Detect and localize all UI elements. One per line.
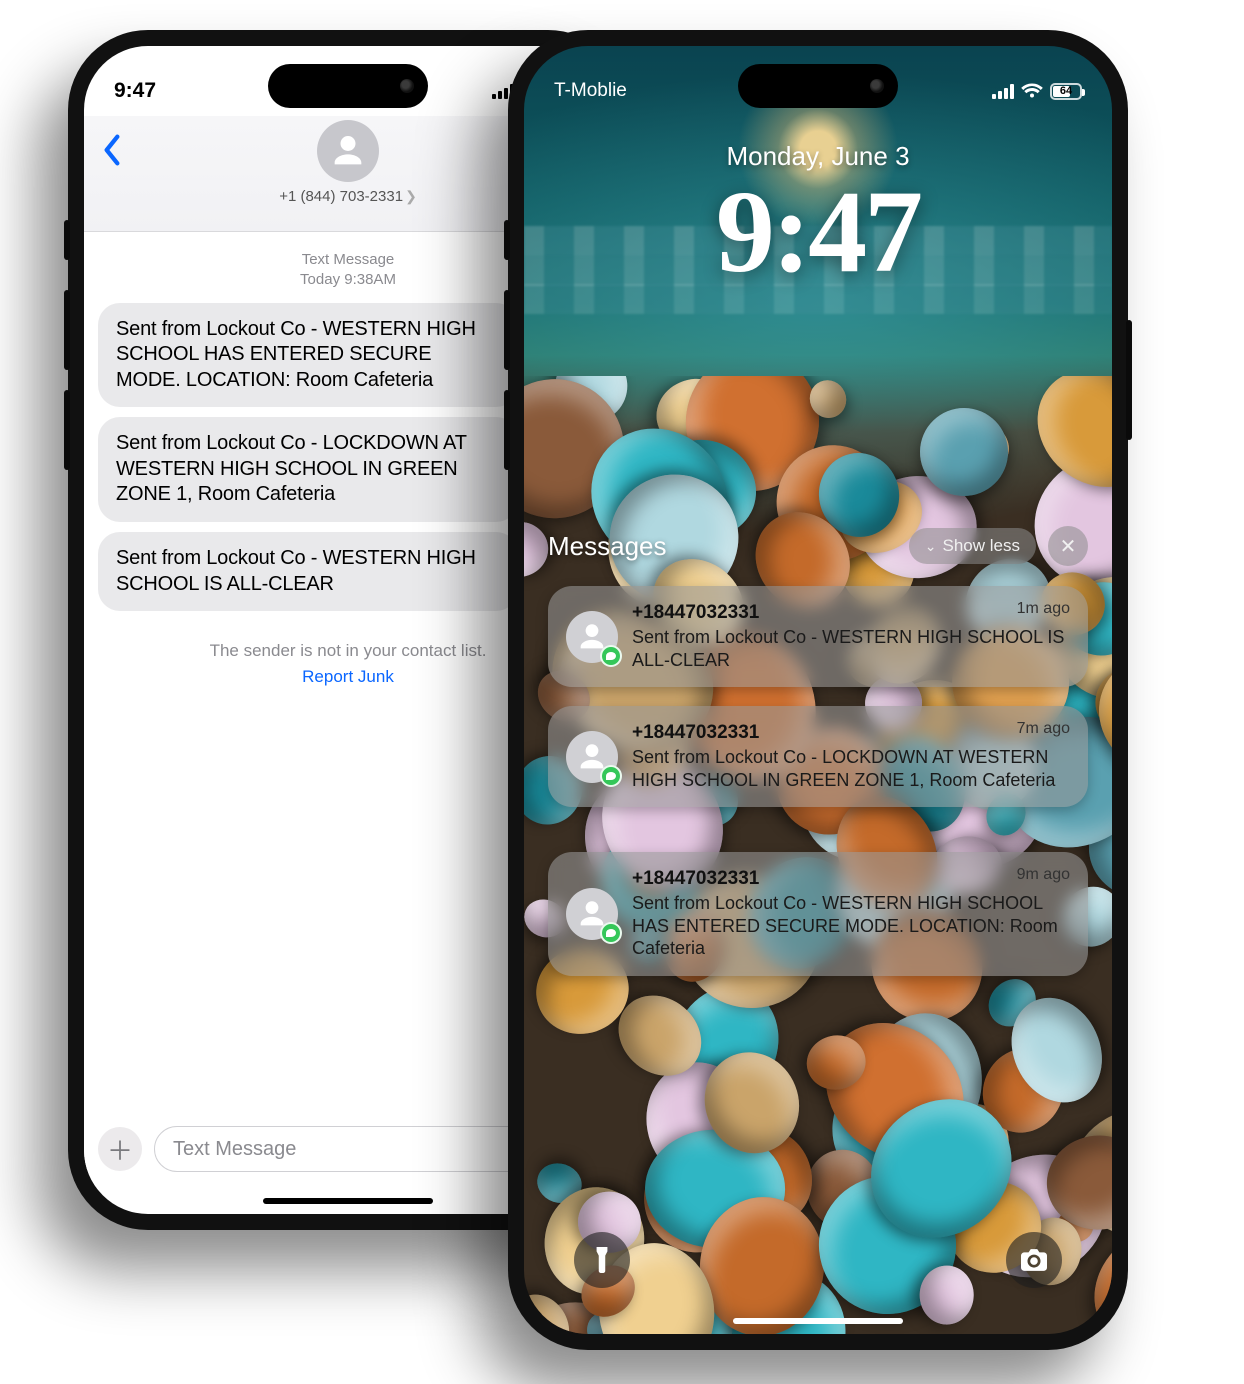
show-less-label: Show less bbox=[943, 536, 1020, 556]
message-bubble[interactable]: Sent from Lockout Co - WESTERN HIGH SCHO… bbox=[98, 303, 518, 408]
battery-icon: 64 bbox=[1050, 83, 1082, 100]
side-button bbox=[64, 390, 70, 470]
notification-avatar bbox=[566, 731, 618, 783]
notification-card[interactable]: +18447032331 Sent from Lockout Co - WEST… bbox=[548, 852, 1088, 976]
chevron-down-icon: ⌄ bbox=[925, 538, 937, 555]
notification-group-header: Messages ⌄ Show less ✕ bbox=[548, 526, 1088, 566]
dynamic-island bbox=[268, 64, 428, 108]
compose-placeholder: Text Message bbox=[173, 1138, 296, 1161]
status-carrier: T-Moblie bbox=[554, 80, 627, 102]
side-button bbox=[504, 220, 510, 260]
show-less-button[interactable]: ⌄ Show less bbox=[909, 528, 1036, 564]
notification-close-button[interactable]: ✕ bbox=[1048, 526, 1088, 566]
messages-badge-icon bbox=[600, 922, 622, 944]
messages-badge-icon bbox=[600, 645, 622, 667]
contact-name[interactable]: +1 (844) 703-2331 ❯ bbox=[279, 188, 417, 205]
notification-body: Sent from Lockout Co - WESTERN HIGH SCHO… bbox=[632, 892, 1070, 960]
notification-time: 1m ago bbox=[1017, 600, 1070, 618]
notification-card[interactable]: +18447032331 Sent from Lockout Co - LOCK… bbox=[548, 706, 1088, 807]
messages-badge-icon bbox=[600, 765, 622, 787]
chevron-right-icon: ❯ bbox=[405, 188, 417, 205]
notification-group-title: Messages bbox=[548, 531, 667, 562]
notification-card[interactable]: +18447032331 Sent from Lockout Co - WEST… bbox=[548, 586, 1088, 687]
notification-avatar bbox=[566, 611, 618, 663]
notification-body: Sent from Lockout Co - WESTERN HIGH SCHO… bbox=[632, 626, 1070, 671]
notification-time: 9m ago bbox=[1017, 866, 1070, 884]
message-bubble[interactable]: Sent from Lockout Co - LOCKDOWN AT WESTE… bbox=[98, 417, 518, 522]
notification-time: 7m ago bbox=[1017, 720, 1070, 738]
notification-body: Sent from Lockout Co - LOCKDOWN AT WESTE… bbox=[632, 746, 1070, 791]
signal-icon bbox=[992, 84, 1014, 99]
home-indicator[interactable] bbox=[733, 1318, 903, 1324]
side-button bbox=[64, 290, 70, 370]
home-indicator[interactable] bbox=[263, 1198, 433, 1204]
notification-sender: +18447032331 bbox=[632, 868, 1070, 890]
side-button bbox=[64, 220, 70, 260]
flashlight-button[interactable] bbox=[574, 1232, 630, 1288]
phone-lockscreen: T-Moblie 64 Monday, June 3 9:47 Messages… bbox=[508, 30, 1128, 1350]
notification-sender: +18447032331 bbox=[632, 722, 1070, 744]
side-button bbox=[504, 390, 510, 470]
status-time: 9:47 bbox=[114, 79, 156, 103]
contact-avatar[interactable] bbox=[317, 120, 379, 182]
screen-lockscreen: T-Moblie 64 Monday, June 3 9:47 Messages… bbox=[524, 46, 1112, 1334]
side-button bbox=[1126, 320, 1132, 440]
message-bubble[interactable]: Sent from Lockout Co - WESTERN HIGH SCHO… bbox=[98, 532, 518, 611]
camera-button[interactable] bbox=[1006, 1232, 1062, 1288]
side-button bbox=[504, 290, 510, 370]
wifi-icon bbox=[1021, 83, 1043, 99]
contact-number-label: +1 (844) 703-2331 bbox=[279, 188, 403, 205]
notification-sender: +18447032331 bbox=[632, 602, 1070, 624]
notification-avatar bbox=[566, 888, 618, 940]
compose-plus-button[interactable]: ＋ bbox=[98, 1127, 142, 1171]
dynamic-island bbox=[738, 64, 898, 108]
battery-percent: 64 bbox=[1060, 85, 1072, 97]
lock-time: 9:47 bbox=[524, 164, 1112, 300]
